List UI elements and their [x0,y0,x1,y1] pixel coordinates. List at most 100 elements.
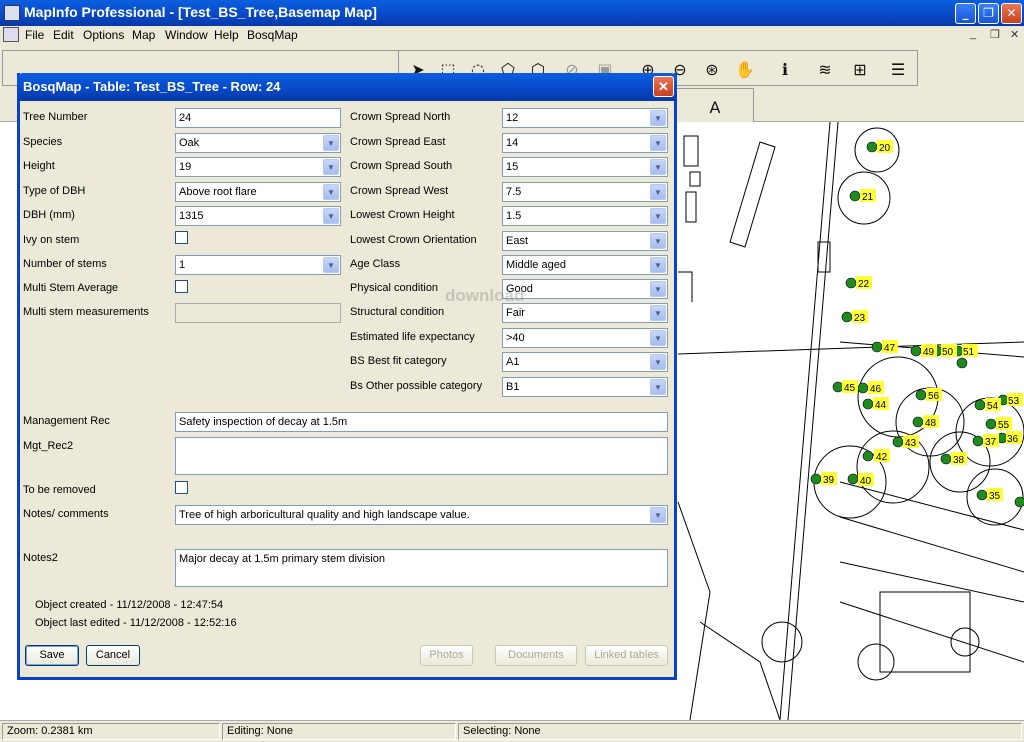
stems-select[interactable]: 1 ▼ [175,255,341,275]
status-bar: Zoom: 0.2381 km Editing: None Selecting:… [0,720,1024,742]
to-be-removed-checkbox[interactable] [175,481,188,494]
documents-button[interactable]: Documents [495,645,577,666]
menu-edit[interactable]: Edit [53,28,74,42]
lowest-crown-orientation-label: Lowest Crown Orientation [350,234,477,246]
tree-label: 46 [870,384,882,395]
chevron-down-icon[interactable]: ▼ [650,159,666,175]
menu-file[interactable]: File [25,28,44,42]
object-edited-text: Object last edited - 11/12/2008 - 12:52:… [35,617,237,629]
menu-map[interactable]: Map [132,28,155,42]
tree-label: 36 [1007,434,1019,445]
close-window-button[interactable]: ✕ [1001,3,1022,24]
save-button[interactable]: Save [25,645,79,666]
chevron-down-icon[interactable]: ▼ [650,208,666,224]
dbh-select[interactable]: 1315 ▼ [175,206,341,226]
tree-label: 38 [953,455,965,466]
bs-best-fit-select[interactable]: A1 ▼ [502,352,668,372]
status-editing[interactable]: Editing: None [222,723,456,740]
tree-label: 44 [875,400,887,411]
lowest-crown-height-select[interactable]: 1.5 ▼ [502,206,668,226]
bs-best-fit-label: BS Best fit category [350,355,447,367]
tree-label: 56 [928,391,940,402]
tree-label: 35 [989,491,1001,502]
document-icon[interactable] [3,27,19,42]
ivy-label: Ivy on stem [23,234,80,246]
tree-label: 45 [844,383,856,394]
chevron-down-icon[interactable]: ▼ [650,305,666,321]
tree-label: 48 [925,418,937,429]
menu-window[interactable]: Window [165,28,208,42]
text-tool-icon[interactable]: A [700,93,730,123]
notes2-textarea[interactable]: Major decay at 1.5m primary stem divisio… [175,549,668,587]
multi-stem-measurements-label: Multi stem measurements [23,306,149,318]
chevron-down-icon[interactable]: ▼ [650,507,666,523]
chevron-down-icon[interactable]: ▼ [323,208,339,224]
management-rec-input[interactable]: Safety inspection of decay at 1.5m [175,412,668,432]
multi-stem-average-checkbox[interactable] [175,280,188,293]
cancel-button[interactable]: Cancel [86,645,140,666]
chevron-down-icon[interactable]: ▼ [323,159,339,175]
structural-condition-select[interactable]: Fair ▼ [502,303,668,323]
ruler-icon[interactable]: ⊞ [845,55,875,85]
linked-tables-button[interactable]: Linked tables [585,645,668,666]
dialog-title: BosqMap - Table: Test_BS_Tree - Row: 24 [23,79,281,94]
status-selecting[interactable]: Selecting: None [458,723,1022,740]
grabber-hand-icon[interactable]: ✋ [730,55,760,85]
app-title-bar: MapInfo Professional - [Test_BS_Tree,Bas… [0,0,1024,26]
photos-button[interactable]: Photos [420,645,473,666]
species-select[interactable]: Oak ▼ [175,133,341,153]
mdi-close-icon[interactable]: ✕ [1010,28,1019,41]
lowest-crown-orientation-select[interactable]: East ▼ [502,231,668,251]
change-view-icon[interactable]: ⊛ [697,55,727,85]
life-expectancy-select[interactable]: >40 ▼ [502,328,668,348]
crown-east-select[interactable]: 14 ▼ [502,133,668,153]
dbh-label: DBH (mm) [23,209,75,221]
menu-options[interactable]: Options [83,28,124,42]
ivy-checkbox[interactable] [175,231,188,244]
menu-bosqmap[interactable]: BosqMap [247,28,298,42]
tree-label: 51 [963,347,975,358]
crown-south-select[interactable]: 15 ▼ [502,157,668,177]
chevron-down-icon[interactable]: ▼ [650,379,666,395]
chevron-down-icon[interactable]: ▼ [650,330,666,346]
menu-help[interactable]: Help [214,28,239,42]
tree-number-input[interactable]: 24 [175,108,341,128]
management-rec-label: Management Rec [23,415,110,427]
chevron-down-icon[interactable]: ▼ [650,281,666,297]
mdi-minimize-icon[interactable]: _ [970,28,976,40]
window-title: MapInfo Professional - [Test_BS_Tree,Bas… [24,4,377,20]
dialog-close-button[interactable]: ✕ [653,76,674,97]
height-select[interactable]: 19 ▼ [175,157,341,177]
bs-other-label: Bs Other possible category [350,380,483,392]
status-zoom[interactable]: Zoom: 0.2381 km [2,723,220,740]
chevron-down-icon[interactable]: ▼ [323,257,339,273]
chevron-down-icon[interactable]: ▼ [650,135,666,151]
bs-other-select[interactable]: B1 ▼ [502,377,668,397]
minimize-button[interactable]: _ [955,3,976,24]
legend-icon[interactable]: ☰ [883,55,913,85]
notes-select[interactable]: Tree of high arboricultural quality and … [175,505,668,525]
crown-north-select[interactable]: 12 ▼ [502,108,668,128]
info-tool-icon[interactable]: ℹ [770,55,800,85]
mgt-rec2-textarea[interactable] [175,437,668,475]
tree-label: 55 [998,420,1010,431]
chevron-down-icon[interactable]: ▼ [650,354,666,370]
multi-stem-measurements-input [175,303,341,323]
age-class-select[interactable]: Middle aged ▼ [502,255,668,275]
chevron-down-icon[interactable]: ▼ [650,110,666,126]
chevron-down-icon[interactable]: ▼ [650,233,666,249]
layer-control-icon[interactable]: ≋ [810,55,840,85]
mdi-restore-icon[interactable]: ❐ [990,28,1000,41]
restore-button[interactable]: ❐ [978,3,999,24]
tree-label: 40 [860,476,872,487]
chevron-down-icon[interactable]: ▼ [650,257,666,273]
chevron-down-icon[interactable]: ▼ [323,184,339,200]
chevron-down-icon[interactable]: ▼ [323,135,339,151]
tree-label: 22 [858,279,870,290]
tree-label: 23 [854,313,866,324]
dbh-type-select[interactable]: Above root flare ▼ [175,182,341,202]
chevron-down-icon[interactable]: ▼ [650,184,666,200]
physical-condition-select[interactable]: Good ▼ [502,279,668,299]
crown-west-select[interactable]: 7.5 ▼ [502,182,668,202]
to-be-removed-label: To be removed [23,484,96,496]
